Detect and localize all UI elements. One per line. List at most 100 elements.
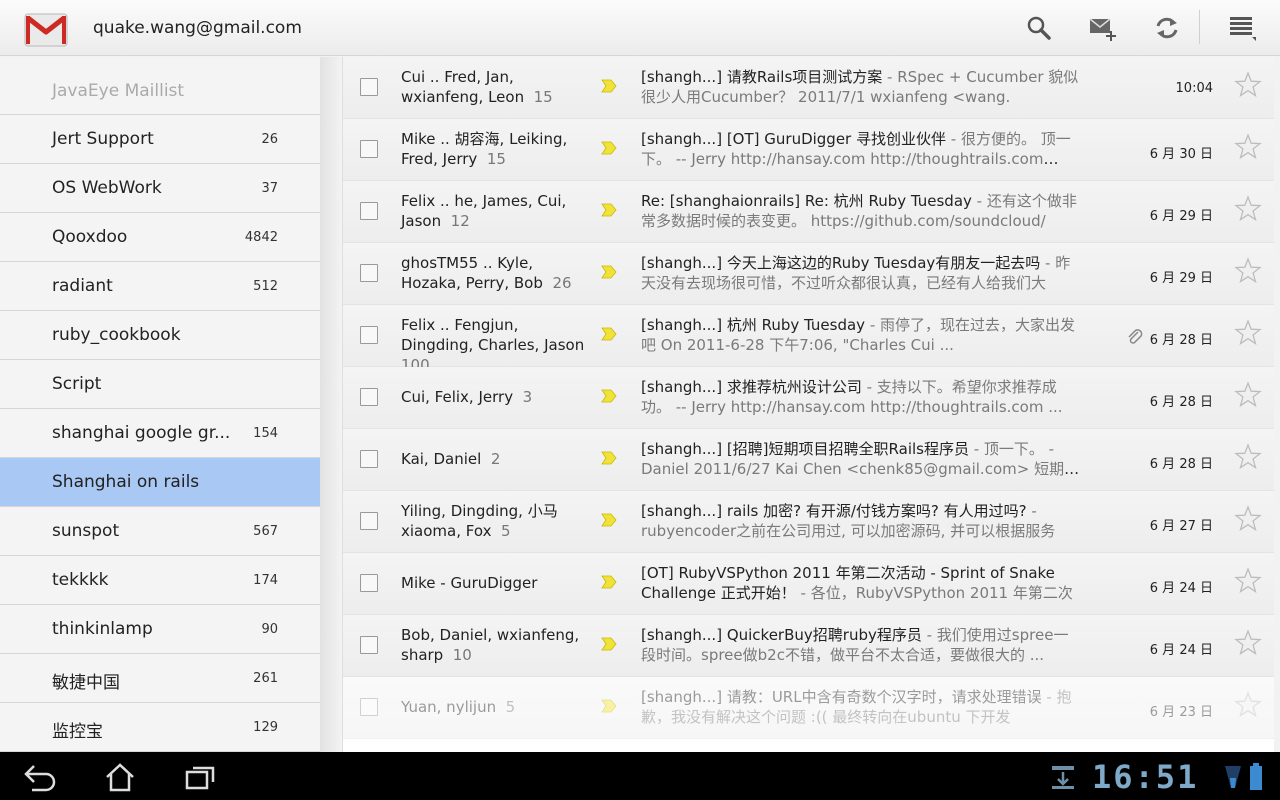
thread-count: 10 (452, 646, 472, 664)
select-checkbox[interactable] (360, 264, 378, 282)
message-subject: [shangh...] [招聘]短期项目招聘全职Rails程序员 (641, 440, 969, 458)
select-checkbox[interactable] (360, 78, 378, 96)
star-icon[interactable] (1234, 443, 1262, 471)
select-checkbox[interactable] (360, 140, 378, 158)
conversation-row[interactable]: Cui, Felix, Jerry 3 [shangh...] 求推荐杭州设计公司… (343, 367, 1274, 429)
folder-name: tekkkk (52, 570, 109, 590)
importance-marker-icon[interactable] (601, 574, 617, 590)
conversation-row[interactable]: Felix .. he, James, Cui, Jason 12 Re: [sh… (343, 181, 1274, 243)
sender-names: Cui, Felix, Jerry (401, 388, 514, 406)
recent-apps-button[interactable] (178, 760, 222, 794)
conversation-row[interactable]: Mike - GuruDigger [OT] RubyVSPython 2011 … (343, 553, 1274, 615)
folder-item[interactable]: sunspot 567 (0, 507, 320, 556)
message-subject-snippet: [shangh...] 请教Rails项目测试方案 - RSpec + Cucu… (641, 67, 1081, 107)
importance-marker-icon[interactable] (601, 264, 617, 280)
importance-marker-icon[interactable] (601, 78, 617, 94)
folder-item[interactable]: 敏捷中国 261 (0, 654, 320, 703)
folder-unread-count: 37 (261, 181, 278, 196)
conversation-row[interactable]: Yuan, nylijun 5 [shangh...] 请教：URL中含有奇数个汉… (343, 677, 1274, 739)
folder-item[interactable]: Qooxdoo 4842 (0, 213, 320, 262)
star-icon[interactable] (1234, 319, 1262, 347)
folder-name: thinkinlamp (52, 619, 153, 639)
select-checkbox[interactable] (360, 512, 378, 530)
conversation-row[interactable]: Felix .. Fengjun, Dingding, Charles, Jas… (343, 305, 1274, 374)
signal-icon (1225, 766, 1241, 788)
conversation-row[interactable]: Cui .. Fred, Jan, wxianfeng, Leon 15 [sha… (343, 57, 1274, 119)
message-date: 6 月 29 日 (1149, 209, 1213, 224)
thread-count: 2 (490, 450, 501, 468)
refresh-button[interactable] (1147, 10, 1187, 46)
importance-marker-icon[interactable] (601, 326, 617, 342)
thread-count: 15 (486, 150, 506, 168)
message-subject: [shangh...] 今天上海这边的Ruby Tuesday有朋友一起去吗 (641, 254, 1041, 272)
download-notification-icon[interactable] (1050, 764, 1076, 790)
folder-item[interactable]: OS WebWork 37 (0, 164, 320, 213)
select-checkbox[interactable] (360, 388, 378, 406)
folder-name: JavaEye Maillist (52, 81, 185, 101)
sender-list: Cui .. Fred, Jan, wxianfeng, Leon 15 (401, 67, 591, 107)
folder-item[interactable]: tekkkk 174 (0, 556, 320, 605)
importance-marker-icon[interactable] (601, 512, 617, 528)
folder-item[interactable]: shanghai google gr... 154 (0, 409, 320, 458)
conversation-row[interactable]: ghosTM55 .. Kyle, Hozaka, Perry, Bob 26 [… (343, 243, 1274, 305)
folder-name: shanghai google gr... (52, 423, 231, 443)
folder-item[interactable]: thinkinlamp 90 (0, 605, 320, 654)
sender-names: Yiling, Dingding, 小马xiaoma, Fox (401, 502, 558, 540)
select-checkbox[interactable] (360, 326, 378, 344)
folder-item[interactable]: 监控宝 129 (0, 703, 320, 752)
importance-marker-icon[interactable] (601, 698, 617, 714)
select-checkbox[interactable] (360, 202, 378, 220)
thread-count: 15 (533, 88, 553, 106)
star-icon[interactable] (1234, 133, 1262, 161)
star-icon[interactable] (1234, 195, 1262, 223)
importance-marker-icon[interactable] (601, 450, 617, 466)
account-email[interactable]: quake.wang@gmail.com (93, 18, 302, 38)
conversation-row[interactable]: Bob, Daniel, wxianfeng, sharp 10 [shangh.… (343, 615, 1274, 677)
refresh-icon (1156, 17, 1178, 39)
message-subject-snippet: [shangh...] 求推荐杭州设计公司 - 支持以下。希望你求推荐成功。 -… (641, 377, 1081, 417)
home-button[interactable] (98, 760, 142, 794)
system-bar: 16:51 (0, 752, 1280, 800)
folder-list: JavaEye Maillist Jert Support 26 OS WebWork… (0, 57, 320, 752)
star-icon[interactable] (1234, 691, 1262, 719)
select-checkbox[interactable] (360, 698, 378, 716)
gmail-logo[interactable] (24, 8, 68, 48)
folder-item[interactable]: JavaEye Maillist (0, 57, 320, 115)
folder-unread-count: 129 (253, 720, 278, 735)
folder-name: ruby_cookbook (52, 325, 181, 345)
folder-item[interactable]: Shanghai on rails (0, 458, 320, 507)
conversation-row[interactable]: Yiling, Dingding, 小马xiaoma, Fox 5 [shangh… (343, 491, 1274, 553)
folder-unread-count: 26 (261, 132, 278, 147)
conversation-row[interactable]: Mike .. 胡容海, Leiking, Fred, Jerry 15 [sha… (343, 119, 1274, 181)
importance-marker-icon[interactable] (601, 636, 617, 652)
star-icon[interactable] (1234, 567, 1262, 595)
folder-item[interactable]: Jert Support 26 (0, 115, 320, 164)
star-icon[interactable] (1234, 257, 1262, 285)
select-checkbox[interactable] (360, 450, 378, 468)
search-button[interactable] (1019, 10, 1059, 46)
sender-names: Felix .. he, James, Cui, Jason (401, 192, 567, 230)
sender-list: Yuan, nylijun 5 (401, 697, 591, 717)
star-icon[interactable] (1234, 505, 1262, 533)
message-subject: [shangh...] 杭州 Ruby Tuesday (641, 316, 866, 334)
sender-names: Bob, Daniel, wxianfeng, sharp (401, 626, 580, 664)
status-clock: 16:51 (1092, 758, 1199, 796)
select-checkbox[interactable] (360, 574, 378, 592)
importance-marker-icon[interactable] (601, 388, 617, 404)
star-icon[interactable] (1234, 629, 1262, 657)
folder-item[interactable]: radiant 512 (0, 262, 320, 311)
message-subject: [shangh...] 请教：URL中含有奇数个汉字时，请求处理错误 (641, 688, 1042, 706)
star-icon[interactable] (1234, 381, 1262, 409)
folder-item[interactable]: ruby_cookbook (0, 311, 320, 360)
back-button[interactable] (18, 760, 62, 794)
star-icon[interactable] (1234, 71, 1262, 99)
message-subject-snippet: Re: [shanghaionrails] Re: 杭州 Ruby Tuesda… (641, 191, 1081, 231)
sender-names: Kai, Daniel (401, 450, 482, 468)
select-checkbox[interactable] (360, 636, 378, 654)
conversation-row[interactable]: Kai, Daniel 2 [shangh...] [招聘]短期项目招聘全职Rai… (343, 429, 1274, 491)
importance-marker-icon[interactable] (601, 140, 617, 156)
compose-button[interactable] (1083, 10, 1123, 46)
menu-button[interactable] (1220, 10, 1260, 46)
importance-marker-icon[interactable] (601, 202, 617, 218)
folder-item[interactable]: Script (0, 360, 320, 409)
